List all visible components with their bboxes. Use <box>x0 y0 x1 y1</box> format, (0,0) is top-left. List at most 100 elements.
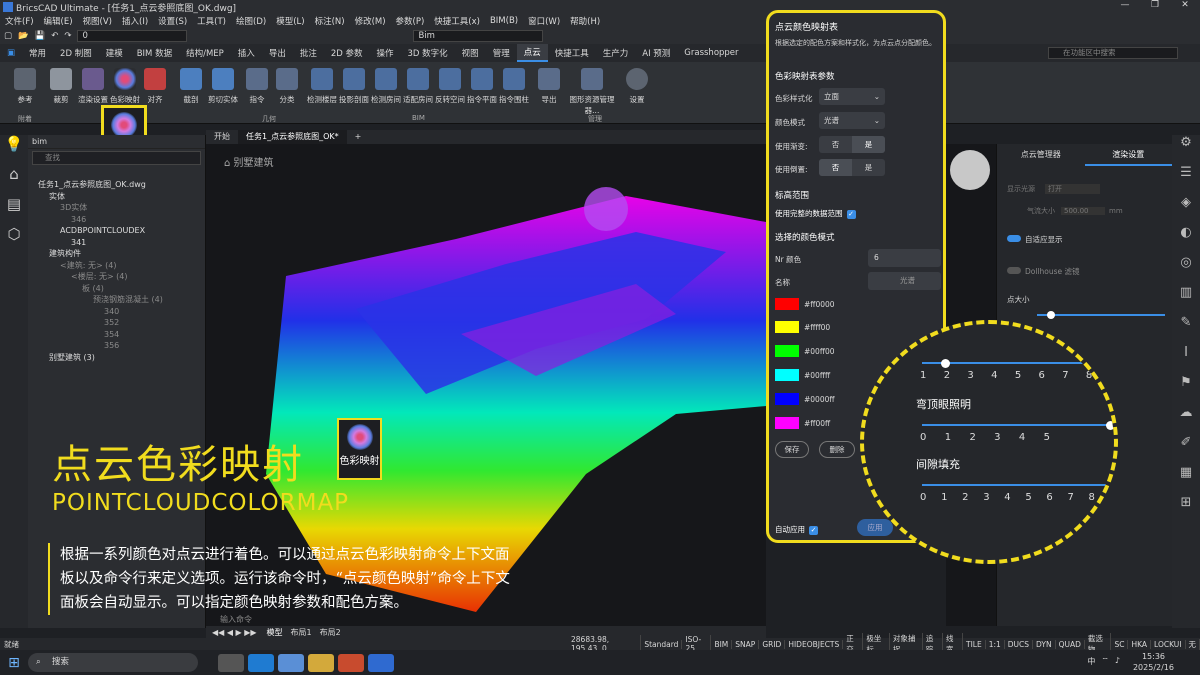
tab-layout2[interactable]: 布局2 <box>316 627 345 638</box>
invert-space-button[interactable]: 反转空间 <box>433 66 467 114</box>
style-dropdown[interactable]: 立面 ⌄ <box>819 88 885 105</box>
tab-model[interactable]: 模型 <box>263 627 287 638</box>
menu-help[interactable]: 帮助(H) <box>565 15 605 27</box>
beam-icon[interactable]: Ⅰ <box>1172 345 1200 375</box>
invert-yes[interactable]: 是 <box>852 159 885 176</box>
color-row-5[interactable]: #0000ff <box>775 393 835 405</box>
tree-node[interactable]: 实体 <box>28 191 205 203</box>
project-section-button[interactable]: 投影剖面 <box>337 66 371 114</box>
color-row-2[interactable]: #ffff00 <box>775 321 830 333</box>
menu-parametric[interactable]: 参数(P) <box>391 15 430 27</box>
properties-icon[interactable]: ⚙ <box>1172 135 1200 165</box>
fit-rooms-button[interactable]: 适配房间 <box>401 66 435 114</box>
export-button[interactable]: 导出 <box>532 66 566 114</box>
tree-node[interactable]: ACDBPOINTCLOUDEX <box>28 225 205 237</box>
tab-operate[interactable]: 操作 <box>370 44 401 62</box>
tree-node[interactable]: 任务1_点云参照底图_OK.dwg <box>28 179 205 191</box>
tab-grasshopper[interactable]: Grasshopper <box>677 44 745 62</box>
resource-explorer-button[interactable]: 图形资源管理器... <box>566 66 618 115</box>
fit-button[interactable]: 指令 <box>240 66 274 114</box>
tab-export[interactable]: 导出 <box>262 44 293 62</box>
taskbar-search-input[interactable]: ⌕ 搜索 <box>28 653 198 672</box>
nav-arrows-icon[interactable]: ◀◀ ◀ ▶ ▶▶ <box>206 628 263 637</box>
crop-button[interactable]: 裁剪 <box>44 66 78 114</box>
transition-yes[interactable]: 是 <box>852 136 885 153</box>
status-toggle[interactable]: Standard <box>641 639 683 649</box>
taskview-icon[interactable] <box>218 653 244 672</box>
mode-dropdown[interactable]: 光谱 ⌄ <box>819 112 885 129</box>
status-toggle[interactable]: SC <box>1111 639 1129 649</box>
slider-knob[interactable] <box>940 358 950 368</box>
tab-pointcloud-manager[interactable]: 点云管理器 <box>997 144 1085 166</box>
shading-dropdown[interactable]: 打开 <box>1045 184 1100 194</box>
status-toggle[interactable]: 无 <box>1186 638 1200 650</box>
tree-node[interactable]: 352 <box>28 317 205 329</box>
adaptive-toggle-row[interactable]: 自适应显示 <box>1007 234 1063 245</box>
color-row-6[interactable]: #ff00ff <box>775 417 830 429</box>
color-row-3[interactable]: #00ff00 <box>775 345 835 357</box>
ribbon-search-input[interactable]: 在功能区中搜索 <box>1048 47 1178 59</box>
network-icon[interactable]: ⌔ <box>1101 656 1109 667</box>
menu-modify[interactable]: 修改(M) <box>350 15 391 27</box>
tab-view[interactable]: 视图 <box>455 44 486 62</box>
volume-icon[interactable]: ♪ <box>1115 656 1120 667</box>
tree-node[interactable]: <建筑: 无> (4) <box>28 260 205 272</box>
redo-icon[interactable]: ↷ <box>64 31 71 41</box>
detect-rooms-button[interactable]: 检测房间 <box>369 66 403 114</box>
nr-colors-input[interactable]: 6 <box>868 249 941 267</box>
toggle-off-icon[interactable] <box>1007 267 1021 274</box>
structure-icon[interactable]: ▤ <box>0 195 28 225</box>
tab-quicktools[interactable]: 快捷工具 <box>548 44 596 62</box>
status-toggle[interactable]: DUCS <box>1005 639 1034 649</box>
slider-3[interactable] <box>922 480 1114 490</box>
clock[interactable]: 15:36 2025/2/16 <box>1133 651 1174 673</box>
tab-drawing[interactable]: 任务1_点云参照底图_OK* <box>238 130 347 144</box>
view-cube-icon[interactable] <box>950 150 990 190</box>
new-tab-button[interactable]: + <box>347 130 370 144</box>
status-toggle[interactable]: BIM <box>711 639 733 649</box>
sliders-icon[interactable]: ☰ <box>1172 165 1200 195</box>
delete-button[interactable]: 删除 <box>819 441 855 458</box>
color-swatch[interactable] <box>775 345 799 357</box>
menu-bim[interactable]: BIM(B) <box>485 16 523 26</box>
menu-tools[interactable]: 工具(T) <box>192 15 231 27</box>
tab-start[interactable]: 开始 <box>206 130 238 144</box>
tree-node[interactable]: 别墅建筑 (3) <box>28 352 205 364</box>
menu-model[interactable]: 模型(L) <box>271 15 309 27</box>
new-icon[interactable]: ▢ <box>4 31 12 41</box>
invert-no[interactable]: 否 <box>819 159 852 176</box>
bricscad-icon[interactable] <box>368 653 394 672</box>
explorer-icon[interactable] <box>308 653 334 672</box>
color-swatch[interactable] <box>775 393 799 405</box>
classify-button[interactable]: 分类 <box>270 66 304 114</box>
status-toggle[interactable]: DYN <box>1033 639 1056 649</box>
workspace-dropdown[interactable]: Bim <box>413 30 544 42</box>
grid-icon[interactable]: ⊞ <box>1172 495 1200 525</box>
tab-layout1[interactable]: 布局1 <box>287 627 316 638</box>
tab-productivity[interactable]: 生产力 <box>596 44 636 62</box>
maximize-button[interactable]: ❐ <box>1140 0 1170 10</box>
apply-button[interactable]: 应用 <box>857 519 893 536</box>
status-toggle[interactable]: GRID <box>759 639 786 649</box>
detect-floors-button[interactable]: 检测楼层 <box>305 66 339 114</box>
tree-search-input[interactable]: 查找 <box>32 151 201 165</box>
table-icon[interactable]: ▦ <box>1172 465 1200 495</box>
dollhouse-toggle-row[interactable]: Dollhouse 滤镜 <box>1007 266 1080 277</box>
color-swatch[interactable] <box>775 321 799 333</box>
save-icon[interactable]: 💾 <box>35 31 46 41</box>
lightbulb-icon[interactable]: 💡 <box>0 135 28 165</box>
status-toggle[interactable]: LOCKUI <box>1151 639 1186 649</box>
app-menu-button[interactable]: ▣ <box>0 44 22 62</box>
slider-knob[interactable] <box>1106 420 1114 430</box>
tab-3d-digitize[interactable]: 3D 数字化 <box>401 44 455 62</box>
layers-icon[interactable]: ◈ <box>1172 195 1200 225</box>
ime-indicator[interactable]: 中 <box>1087 656 1095 667</box>
edge-icon[interactable] <box>248 653 274 672</box>
tab-manage[interactable]: 管理 <box>486 44 517 62</box>
menu-window[interactable]: 窗口(W) <box>523 15 565 27</box>
command-line[interactable]: 输入命令 <box>206 614 252 625</box>
minimize-button[interactable]: — <box>1110 0 1140 10</box>
color-row-1[interactable]: #ff0000 <box>775 298 835 310</box>
tree-node[interactable]: 340 <box>28 306 205 318</box>
tab-insert[interactable]: 插入 <box>231 44 262 62</box>
